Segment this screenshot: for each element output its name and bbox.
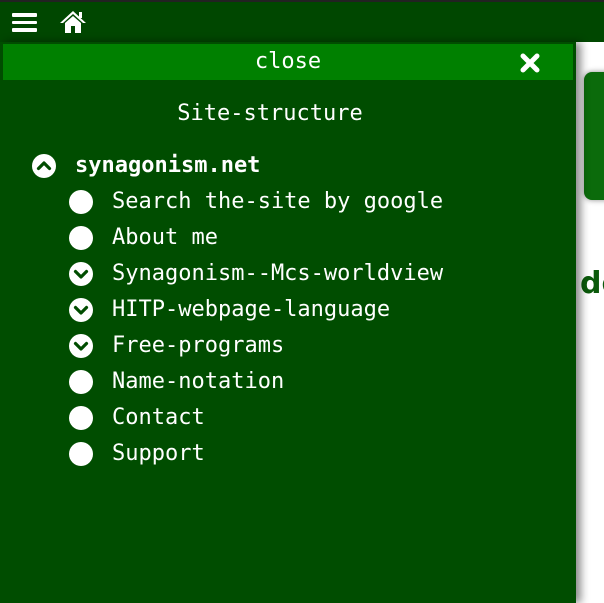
close-x-icon[interactable] — [520, 53, 540, 73]
chevron-down-circle-icon[interactable] — [69, 262, 93, 286]
home-icon[interactable] — [60, 10, 86, 34]
tree-item-label: Search the-site by google — [112, 189, 444, 214]
filled-circle-icon — [69, 226, 93, 250]
tree-item-name-notation[interactable]: Name-notation — [69, 368, 284, 396]
page: de close Site-structure synago — [0, 0, 604, 603]
close-button[interactable]: close — [3, 44, 573, 80]
tree-item-contact[interactable]: Contact — [69, 404, 205, 432]
filled-circle-icon — [69, 370, 93, 394]
tree-item-label: Name-notation — [112, 369, 285, 394]
close-label: close — [254, 49, 322, 74]
filled-circle-icon — [69, 442, 93, 466]
site-structure-panel: close Site-structure synagonism.net Sear… — [0, 42, 576, 603]
tree-item-free-programs[interactable]: Free-programs — [69, 332, 284, 360]
tree-item-about-me[interactable]: About me — [69, 224, 218, 252]
hamburger-menu-icon[interactable] — [12, 11, 37, 33]
tree-root-label: synagonism.net — [75, 153, 261, 178]
top-bar — [0, 0, 604, 42]
chevron-down-circle-icon[interactable] — [69, 334, 93, 358]
tree-item-label: About me — [112, 225, 218, 250]
tree-item-label: Free-programs — [112, 333, 285, 358]
tree-item-hitp[interactable]: HITP-webpage-language — [69, 296, 390, 324]
tree-item-label: Contact — [112, 405, 205, 430]
tree-item-synagonism-mcs[interactable]: Synagonism--Mcs-worldview — [69, 260, 443, 288]
background-heading-fragment: de — [580, 266, 604, 301]
tree-item-search[interactable]: Search the-site by google — [69, 188, 443, 216]
background-card — [584, 72, 604, 200]
chevron-down-circle-icon[interactable] — [69, 298, 93, 322]
tree-item-label: Synagonism--Mcs-worldview — [112, 261, 444, 286]
filled-circle-icon — [69, 190, 93, 214]
filled-circle-icon — [69, 406, 93, 430]
tree-item-support[interactable]: Support — [69, 440, 205, 468]
tree-item-label: HITP-webpage-language — [112, 297, 391, 322]
panel-title: Site-structure — [177, 101, 363, 126]
tree-root-synagonism[interactable]: synagonism.net — [32, 152, 260, 180]
chevron-up-circle-icon[interactable] — [32, 154, 56, 178]
tree-item-label: Support — [112, 441, 205, 466]
